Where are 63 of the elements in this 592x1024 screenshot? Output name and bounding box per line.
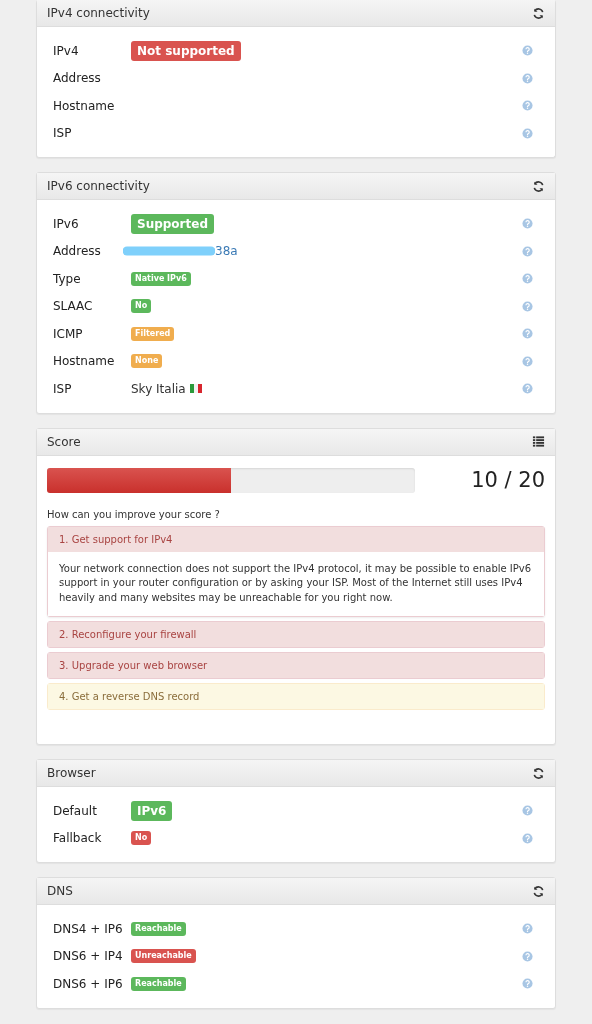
status-badge: Filtered: [131, 326, 175, 341]
list-icon[interactable]: [532, 435, 545, 448]
refresh-icon[interactable]: [532, 884, 545, 898]
row-label: SLAAC: [53, 299, 94, 314]
row-label: IPv6: [53, 216, 80, 231]
improve-question: How can you improve your score ?: [47, 508, 221, 520]
help-icon[interactable]: [522, 355, 533, 367]
row-label: Fallback: [53, 831, 103, 846]
status-badge: None: [131, 354, 163, 369]
status-badge: No: [131, 831, 152, 846]
status-badge: Native IPv6: [131, 271, 191, 286]
help-icon[interactable]: [522, 300, 533, 312]
help-icon[interactable]: [522, 72, 533, 84]
refresh-icon[interactable]: [532, 6, 545, 20]
help-icon[interactable]: [522, 328, 533, 340]
row-label: Hostname: [53, 354, 116, 369]
status-badge: Reachable: [131, 976, 186, 991]
address-link[interactable]: 38a: [215, 244, 238, 259]
tip-header[interactable]: 2. Reconfigure your firewall: [48, 622, 544, 647]
row-label: IPv4: [53, 43, 80, 58]
panel-title: DNS: [47, 884, 73, 898]
row-label: Type: [53, 271, 82, 286]
help-icon[interactable]: [522, 383, 533, 395]
panel-title: Browser: [47, 766, 96, 780]
help-icon[interactable]: [522, 245, 533, 257]
help-icon[interactable]: [522, 45, 533, 57]
status-badge: No: [131, 299, 152, 314]
panel-title: IPv4 connectivity: [47, 6, 150, 20]
help-icon[interactable]: [522, 100, 533, 112]
help-icon[interactable]: [522, 923, 533, 935]
status-badge: Supported: [131, 213, 214, 234]
status-badge: IPv6: [131, 800, 173, 821]
panel-title: Score: [47, 434, 81, 449]
row-label: ICMP: [53, 326, 84, 341]
refresh-icon[interactable]: [532, 766, 545, 780]
row-label: Address: [53, 71, 102, 86]
help-icon[interactable]: [522, 950, 533, 962]
tip-body: Your network connection does not support the IPv4 protocol, it may be possible to enable IPv6 support in your router configuration or by asking your ISP. Most of the Internet still uses IPv4 heavily and many websites may be unreachable for you right now.: [48, 551, 544, 616]
row-label: DNS6 + IP6: [53, 976, 124, 991]
tip-header[interactable]: 3. Upgrade your web browser: [48, 653, 544, 678]
help-icon[interactable]: [522, 218, 533, 230]
tip-header[interactable]: 4. Get a reverse DNS record: [48, 684, 544, 709]
score-value: 10 / 20: [471, 468, 545, 492]
panel-title: IPv6 connectivity: [47, 179, 150, 193]
row-label: Default: [53, 803, 98, 818]
flag-icon: [189, 383, 202, 395]
row-label: Address: [53, 244, 102, 259]
row-label: ISP: [53, 381, 73, 396]
row-label: DNS4 + IP6: [53, 921, 124, 936]
help-icon[interactable]: [522, 273, 533, 285]
row-label: ISP: [53, 126, 73, 141]
help-icon[interactable]: [522, 832, 533, 844]
tip-header[interactable]: 1. Get support for IPv4: [48, 526, 544, 552]
help-icon[interactable]: [522, 805, 533, 817]
status-badge: Not supported: [131, 40, 241, 61]
help-icon[interactable]: [522, 127, 533, 139]
help-icon[interactable]: [522, 978, 533, 990]
status-badge: Reachable: [131, 921, 186, 936]
row-label: DNS6 + IP4: [53, 949, 124, 964]
row-label: Hostname: [53, 98, 116, 113]
refresh-icon[interactable]: [532, 179, 545, 193]
status-badge: Unreachable: [131, 949, 196, 964]
isp-name: Sky Italia: [131, 381, 186, 396]
